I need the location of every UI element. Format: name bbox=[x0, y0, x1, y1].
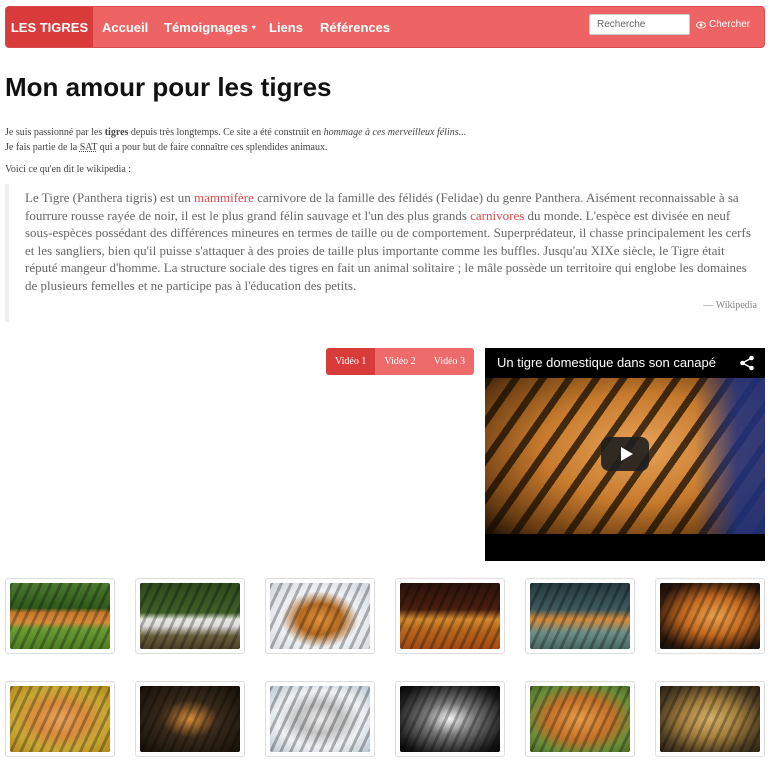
gallery-thumbnail[interactable] bbox=[525, 681, 635, 757]
nav-item-label: Accueil bbox=[102, 19, 149, 35]
eye-icon bbox=[696, 21, 706, 28]
tiger-image bbox=[270, 583, 370, 649]
quote-text: Le Tigre (Panthera tigris) est un mammif… bbox=[25, 189, 757, 295]
tiger-image bbox=[530, 583, 630, 649]
gallery-thumbnail[interactable] bbox=[655, 681, 765, 757]
chevron-down-icon: ▾ bbox=[251, 22, 256, 32]
video-title[interactable]: Un tigre domestique dans son canapé bbox=[497, 355, 722, 370]
nav-item-liens[interactable]: Liens bbox=[269, 7, 303, 47]
tiger-image bbox=[140, 686, 240, 752]
nav-item-references[interactable]: Références bbox=[320, 7, 390, 47]
brand-link[interactable]: LES TIGRES bbox=[6, 7, 93, 47]
gallery-thumbnail[interactable] bbox=[5, 578, 115, 654]
intro-line-2: Je fais partie de la SAT qui a pour but … bbox=[5, 140, 745, 155]
video-tabs: Vidéo 1 Vidéo 2 Vidéo 3 bbox=[326, 348, 475, 375]
intro-text-segment: qui a pour but de faire connaître ces sp… bbox=[97, 142, 328, 153]
gallery-thumbnail[interactable] bbox=[525, 578, 635, 654]
search-button-label: Chercher bbox=[709, 19, 751, 30]
gallery-thumbnail[interactable] bbox=[395, 681, 505, 757]
wikipedia-quote: Le Tigre (Panthera tigris) est un mammif… bbox=[5, 184, 757, 323]
tab-video-3[interactable]: Vidéo 3 bbox=[424, 348, 475, 375]
gallery-thumbnail[interactable] bbox=[395, 578, 505, 654]
tiger-image bbox=[400, 583, 500, 649]
link-mammifere[interactable]: mammifère bbox=[194, 190, 254, 205]
play-icon[interactable] bbox=[601, 437, 649, 471]
intro-text-segment: depuis très longtemps. Ce site a été con… bbox=[128, 127, 324, 138]
intro-text-segment: Je fais partie de la bbox=[5, 142, 80, 153]
tiger-image bbox=[400, 686, 500, 752]
tab-video-1[interactable]: Vidéo 1 bbox=[326, 348, 376, 375]
nav-item-label: Témoignages bbox=[164, 19, 248, 35]
page-title: Mon amour pour les tigres bbox=[5, 72, 332, 102]
gallery-thumbnail[interactable] bbox=[265, 578, 375, 654]
intro-line-1: Je suis passionné par les tigres depuis … bbox=[5, 125, 745, 140]
sat-abbreviation[interactable]: SAT bbox=[80, 142, 98, 153]
link-carnivores[interactable]: carnivores bbox=[470, 208, 524, 223]
search-input[interactable] bbox=[589, 14, 690, 35]
gallery-thumbnail[interactable] bbox=[135, 681, 245, 757]
gallery-thumbnail[interactable] bbox=[265, 681, 375, 757]
tiger-image bbox=[140, 583, 240, 649]
intro-text-segment: ... bbox=[458, 127, 467, 138]
intro-text: Je suis passionné par les tigres depuis … bbox=[5, 125, 745, 177]
tab-video-2[interactable]: Vidéo 2 bbox=[375, 348, 425, 375]
gallery-thumbnail[interactable] bbox=[5, 681, 115, 757]
intro-text-segment: Je suis passionné par les bbox=[5, 127, 105, 138]
tiger-image bbox=[10, 583, 110, 649]
tiger-image bbox=[270, 686, 370, 752]
intro-bold: tigres bbox=[104, 127, 129, 138]
nav-item-label: Références bbox=[320, 19, 391, 35]
intro-italic: hommage à ces merveilleux félins bbox=[323, 127, 459, 138]
intro-line-3: Voici ce qu'en dit le wikipedia : bbox=[5, 164, 132, 175]
nav-item-label: Liens bbox=[269, 19, 303, 35]
nav-item-accueil[interactable]: Accueil bbox=[102, 7, 148, 47]
share-icon[interactable] bbox=[739, 355, 755, 371]
navbar: LES TIGRES Accueil Témoignages ▾ Liens R… bbox=[5, 6, 765, 48]
search-button[interactable]: Chercher bbox=[696, 14, 750, 35]
gallery-thumbnail[interactable] bbox=[135, 578, 245, 654]
gallery-thumbnail[interactable] bbox=[655, 578, 765, 654]
tiger-image bbox=[530, 686, 630, 752]
quote-segment: Le Tigre (Panthera tigris) est un bbox=[25, 190, 194, 205]
tiger-image bbox=[660, 686, 760, 752]
tiger-image bbox=[10, 686, 110, 752]
nav-item-temoignages[interactable]: Témoignages ▾ bbox=[164, 7, 256, 47]
video-player[interactable]: Un tigre domestique dans son canapé bbox=[485, 348, 765, 561]
quote-source: — Wikipedia bbox=[703, 299, 757, 311]
tiger-image bbox=[660, 583, 760, 649]
